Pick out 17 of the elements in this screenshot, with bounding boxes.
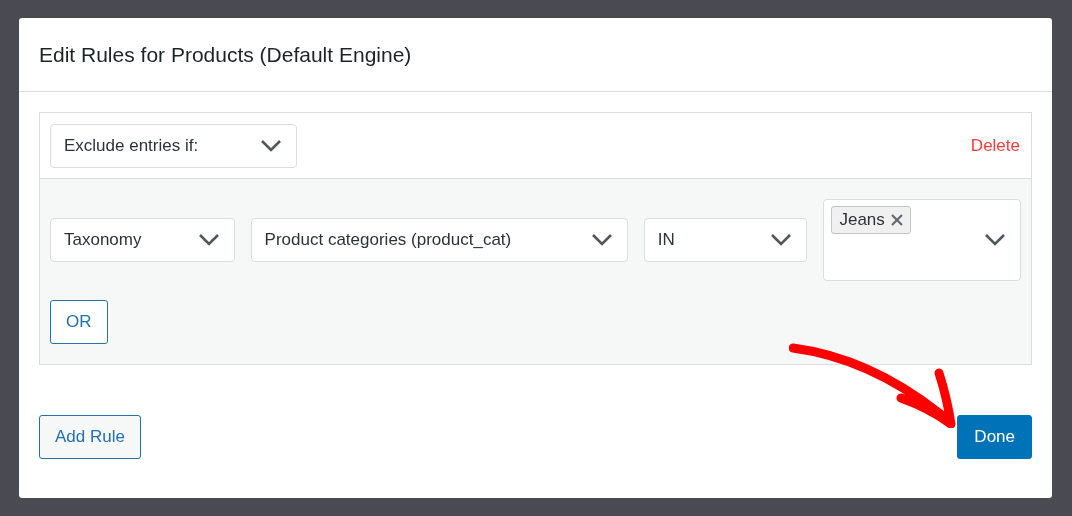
- chevron-down-icon: [770, 233, 793, 247]
- condition-select[interactable]: Exclude entries if:: [50, 123, 297, 168]
- add-rule-button[interactable]: Add Rule: [39, 415, 141, 459]
- chevron-down-icon: [984, 233, 1006, 247]
- value-tag: Jeans: [831, 206, 911, 234]
- delete-link[interactable]: Delete: [970, 135, 1020, 156]
- done-button[interactable]: Done: [957, 415, 1032, 459]
- dialog-title: Edit Rules for Products (Default Engine): [39, 42, 412, 67]
- operator-select[interactable]: IN: [643, 218, 808, 262]
- or-button[interactable]: OR: [50, 300, 108, 344]
- chevron-down-icon: [197, 233, 220, 247]
- remove-icon[interactable]: [890, 214, 903, 226]
- chevron-down-icon: [590, 233, 613, 247]
- field-select[interactable]: Taxonomy: [50, 218, 235, 262]
- taxonomy-select[interactable]: Product categories (product_cat): [250, 218, 628, 262]
- chevron-down-icon: [260, 138, 282, 153]
- values-select[interactable]: Jeans: [823, 199, 1021, 281]
